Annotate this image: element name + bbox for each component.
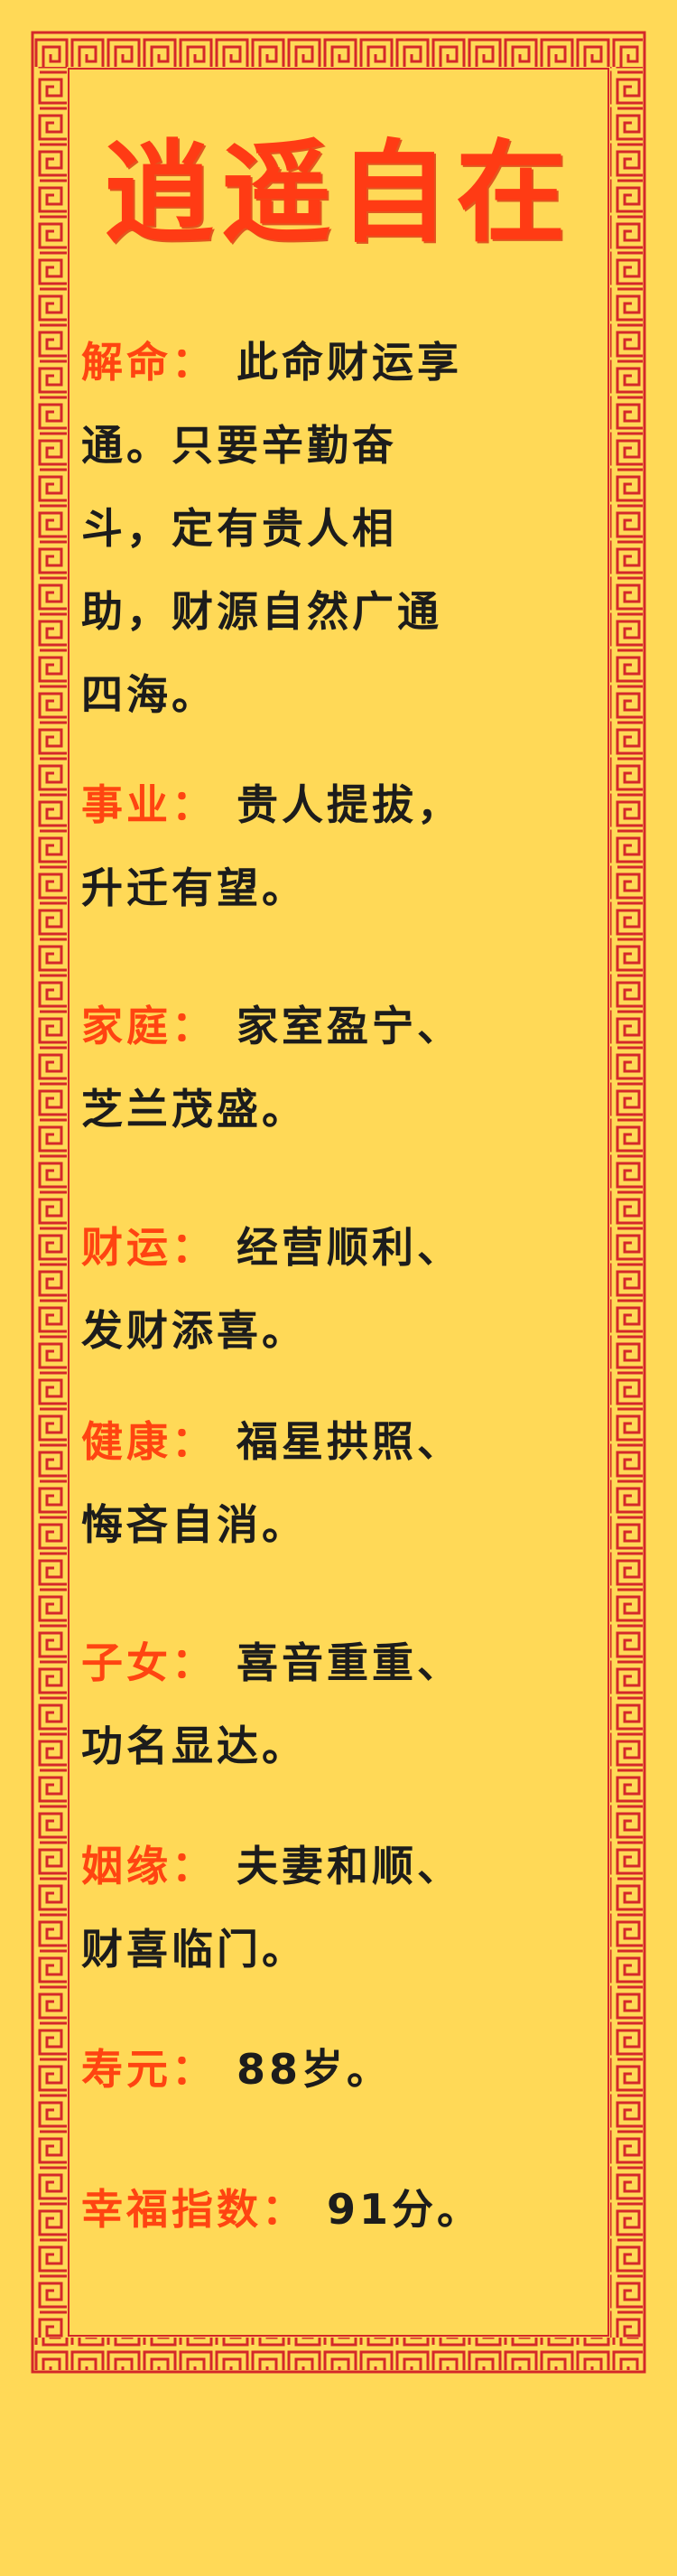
section-text: 88岁。 <box>236 2045 393 2094</box>
section-line: 财运： 经营顺利、 <box>81 1206 605 1289</box>
section-wealth: 财运： 经营顺利、 发财添喜。 <box>81 1206 605 1372</box>
section-colon: ： <box>172 1638 217 1687</box>
section-career: 事业： 贵人提拔， 升迁有望。 <box>81 763 605 929</box>
section-line: 升迁有望。 <box>81 863 307 912</box>
section-line: 助，财源自然广通 <box>81 587 442 636</box>
section-label: 家庭 <box>81 1002 172 1050</box>
section-colon: ： <box>172 1223 217 1272</box>
section-line: 寿元： 88岁。 <box>81 2028 605 2111</box>
section-colon: ： <box>172 338 217 387</box>
section-line: 功名显达。 <box>81 1722 307 1770</box>
section-line: 通。只要辛勤奋 <box>81 421 397 470</box>
section-lifespan: 寿元： 88岁。 <box>81 2028 605 2111</box>
section-text: 贵人提拔， <box>236 780 462 829</box>
section-text: 91分。 <box>327 2185 483 2234</box>
section-line: 事业： 贵人提拔， <box>81 763 605 846</box>
page-title: 逍遥自在 <box>104 127 573 257</box>
section-fortune: 解命： 此命财运享 通。只要辛勤奋 斗，定有贵人相 助，财源自然广通 四海。 <box>81 321 605 736</box>
section-label: 子女 <box>81 1638 172 1687</box>
section-line: 姻缘： 夫妻和顺、 <box>81 1825 605 1908</box>
section-colon: ： <box>172 1417 217 1466</box>
section-colon: ： <box>262 2185 307 2234</box>
section-label: 寿元 <box>81 2045 172 2094</box>
section-colon: ： <box>172 2045 217 2094</box>
section-text: 夫妻和顺、 <box>236 1842 462 1890</box>
section-line: 健康： 福星拱照、 <box>81 1400 605 1483</box>
section-line: 子女： 喜音重重、 <box>81 1621 605 1704</box>
section-family: 家庭： 家室盈宁、 芝兰茂盛。 <box>81 985 605 1151</box>
section-text: 经营顺利、 <box>236 1223 462 1272</box>
section-line: 解命： 此命财运享 <box>81 321 605 404</box>
section-label: 解命 <box>81 338 172 387</box>
section-label: 健康 <box>81 1417 172 1466</box>
section-colon: ： <box>172 780 217 829</box>
section-text: 喜音重重、 <box>236 1638 462 1687</box>
section-label: 事业 <box>81 780 172 829</box>
section-label: 幸福指数 <box>81 2185 262 2234</box>
section-line: 发财添喜。 <box>81 1306 307 1355</box>
section-line: 幸福指数： 91分。 <box>81 2168 605 2251</box>
section-colon: ： <box>172 1842 217 1890</box>
section-text: 家室盈宁、 <box>236 1002 462 1050</box>
section-label: 姻缘 <box>81 1842 172 1890</box>
section-colon: ： <box>172 1002 217 1050</box>
section-children: 子女： 喜音重重、 功名显达。 <box>81 1621 605 1787</box>
section-line: 悔吝自消。 <box>81 1500 307 1549</box>
section-label: 财运 <box>81 1223 172 1272</box>
section-line: 财喜临门。 <box>81 1925 307 1974</box>
section-line: 斗，定有贵人相 <box>81 504 397 553</box>
section-happiness-index: 幸福指数： 91分。 <box>81 2168 605 2251</box>
section-line: 家庭： 家室盈宁、 <box>81 985 605 1068</box>
section-marriage: 姻缘： 夫妻和顺、 财喜临门。 <box>81 1825 605 1991</box>
section-text: 福星拱照、 <box>236 1417 462 1466</box>
section-line: 芝兰茂盛。 <box>81 1085 307 1134</box>
section-line: 四海。 <box>81 670 217 719</box>
section-health: 健康： 福星拱照、 悔吝自消。 <box>81 1400 605 1566</box>
section-text: 此命财运享 <box>236 338 462 387</box>
